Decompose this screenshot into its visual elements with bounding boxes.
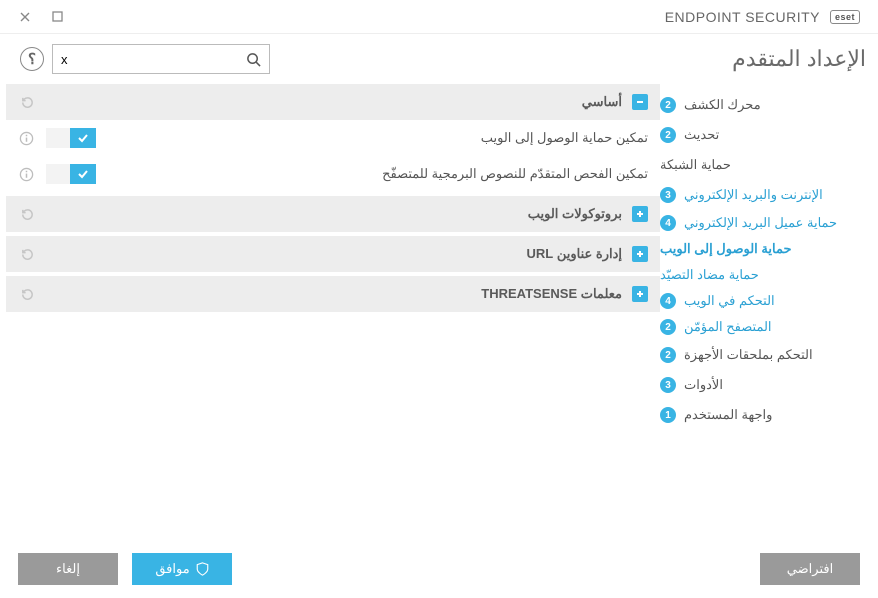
reset-icon[interactable] — [18, 287, 36, 302]
product-name: ENDPOINT SECURITY — [665, 9, 820, 25]
sidebar-item-label: تحديث — [684, 127, 719, 143]
sidebar-item-label: محرك الكشف — [684, 97, 761, 113]
count-badge: 2 — [660, 347, 676, 363]
expand-icon — [632, 246, 648, 262]
section-title: معلمات THREATSENSE — [46, 286, 622, 302]
toggle-script-scan[interactable] — [46, 164, 96, 184]
toggle-web-access[interactable] — [46, 128, 96, 148]
footer: افتراضي موافق إلغاء — [0, 540, 878, 598]
sidebar-item-label: حماية الوصول إلى الويب — [660, 241, 792, 257]
shield-icon — [196, 562, 209, 576]
count-badge: 2 — [660, 127, 676, 143]
toggle-on-icon — [70, 164, 96, 184]
toggle-off — [46, 128, 70, 148]
sidebar-item-label: الإنترنت والبريد الإلكتروني — [684, 187, 823, 203]
section-title: أساسي — [46, 94, 622, 110]
page-title: الإعداد المتقدم — [732, 46, 866, 72]
ok-button[interactable]: موافق — [132, 553, 232, 585]
section-url-mgmt: إدارة عناوين URL — [6, 236, 660, 272]
eset-badge: eset — [830, 10, 860, 24]
row-label: تمكين الفحص المتقدّم للنصوص البرمجية للم… — [108, 166, 648, 182]
count-badge: 3 — [660, 377, 676, 393]
reset-icon[interactable] — [18, 207, 36, 222]
search-icon — [246, 52, 261, 67]
search-input[interactable] — [61, 45, 246, 73]
brand: eset ENDPOINT SECURITY — [665, 9, 860, 25]
sidebar-sub-web-access[interactable]: حماية الوصول إلى الويب — [660, 236, 848, 262]
section-head-web-protocols[interactable]: بروتوكولات الويب — [6, 196, 660, 232]
sidebar-sub-secure-browser[interactable]: المتصفح المؤمّن 2 — [660, 314, 848, 340]
expand-icon — [632, 206, 648, 222]
info-icon[interactable] — [18, 166, 34, 182]
section-head-basic[interactable]: أساسي — [6, 84, 660, 120]
sidebar-item-label: المتصفح المؤمّن — [684, 319, 772, 335]
sidebar-item-network[interactable]: حماية الشبكة — [660, 150, 864, 180]
sidebar-item-label: حماية عميل البريد الإلكتروني — [684, 215, 837, 231]
sidebar-sub-web-control[interactable]: التحكم في الويب 4 — [660, 288, 848, 314]
toggle-off — [46, 164, 70, 184]
sidebar: محرك الكشف 2 تحديث 2 حماية الشبكة الإنتر… — [660, 84, 878, 538]
collapse-icon — [632, 94, 648, 110]
cancel-button[interactable]: إلغاء — [18, 553, 118, 585]
sidebar-item-label: واجهة المستخدم — [684, 407, 772, 423]
sidebar-item-label: حماية الشبكة — [660, 157, 731, 173]
section-head-threatsense[interactable]: معلمات THREATSENSE — [6, 276, 660, 312]
count-badge: 1 — [660, 407, 676, 423]
row-enable-script-scan: تمكين الفحص المتقدّم للنصوص البرمجية للم… — [6, 156, 660, 192]
count-badge: 2 — [660, 319, 676, 335]
header: الإعداد المتقدم ؟ — [0, 34, 878, 84]
expand-icon — [632, 286, 648, 302]
count-badge: 2 — [660, 97, 676, 113]
sidebar-item-label: التحكم بملحقات الأجهزة — [684, 347, 813, 363]
sidebar-item-ui[interactable]: واجهة المستخدم 1 — [660, 400, 864, 430]
main-panel: أساسي تمكين حماية الوصول إلى الويب تمكين… — [0, 84, 660, 538]
reset-icon[interactable] — [18, 95, 36, 110]
sidebar-item-label: التحكم في الويب — [684, 293, 775, 309]
section-head-url-mgmt[interactable]: إدارة عناوين URL — [6, 236, 660, 272]
ok-label: موافق — [155, 561, 189, 577]
sidebar-sub: حماية عميل البريد الإلكتروني 4 حماية الو… — [660, 210, 864, 340]
count-badge: 4 — [660, 293, 676, 309]
maximize-button[interactable] — [50, 10, 64, 24]
footer-actions: موافق إلغاء — [18, 553, 232, 585]
info-icon[interactable] — [18, 130, 34, 146]
sidebar-sub-email-client[interactable]: حماية عميل البريد الإلكتروني 4 — [660, 210, 848, 236]
close-button[interactable] — [18, 10, 32, 24]
sidebar-item-detection-engine[interactable]: محرك الكشف 2 — [660, 90, 864, 120]
window-controls — [18, 10, 64, 24]
count-badge: 3 — [660, 187, 676, 203]
sidebar-item-internet-email[interactable]: الإنترنت والبريد الإلكتروني 3 — [660, 180, 864, 210]
content: محرك الكشف 2 تحديث 2 حماية الشبكة الإنتر… — [0, 84, 878, 538]
sidebar-item-tools[interactable]: الأدوات 3 — [660, 370, 864, 400]
sidebar-item-label: حماية مضاد التصيّد — [660, 267, 759, 283]
section-title: بروتوكولات الويب — [46, 206, 622, 222]
section-web-protocols: بروتوكولات الويب — [6, 196, 660, 232]
reset-icon[interactable] — [18, 247, 36, 262]
section-title: إدارة عناوين URL — [46, 246, 622, 262]
sidebar-item-device-control[interactable]: التحكم بملحقات الأجهزة 2 — [660, 340, 864, 370]
row-label: تمكين حماية الوصول إلى الويب — [108, 130, 648, 146]
row-enable-web-access: تمكين حماية الوصول إلى الويب — [6, 120, 660, 156]
search-box[interactable] — [52, 44, 270, 74]
section-basic: أساسي تمكين حماية الوصول إلى الويب تمكين… — [6, 84, 660, 192]
sidebar-item-label: الأدوات — [684, 377, 723, 393]
count-badge: 4 — [660, 215, 676, 231]
search-area: ؟ — [20, 44, 270, 74]
default-button[interactable]: افتراضي — [760, 553, 860, 585]
sidebar-item-update[interactable]: تحديث 2 — [660, 120, 864, 150]
toggle-on-icon — [70, 128, 96, 148]
section-threatsense: معلمات THREATSENSE — [6, 276, 660, 312]
sidebar-sub-antiphishing[interactable]: حماية مضاد التصيّد — [660, 262, 848, 288]
help-button[interactable]: ؟ — [20, 47, 44, 71]
titlebar: eset ENDPOINT SECURITY — [0, 0, 878, 34]
